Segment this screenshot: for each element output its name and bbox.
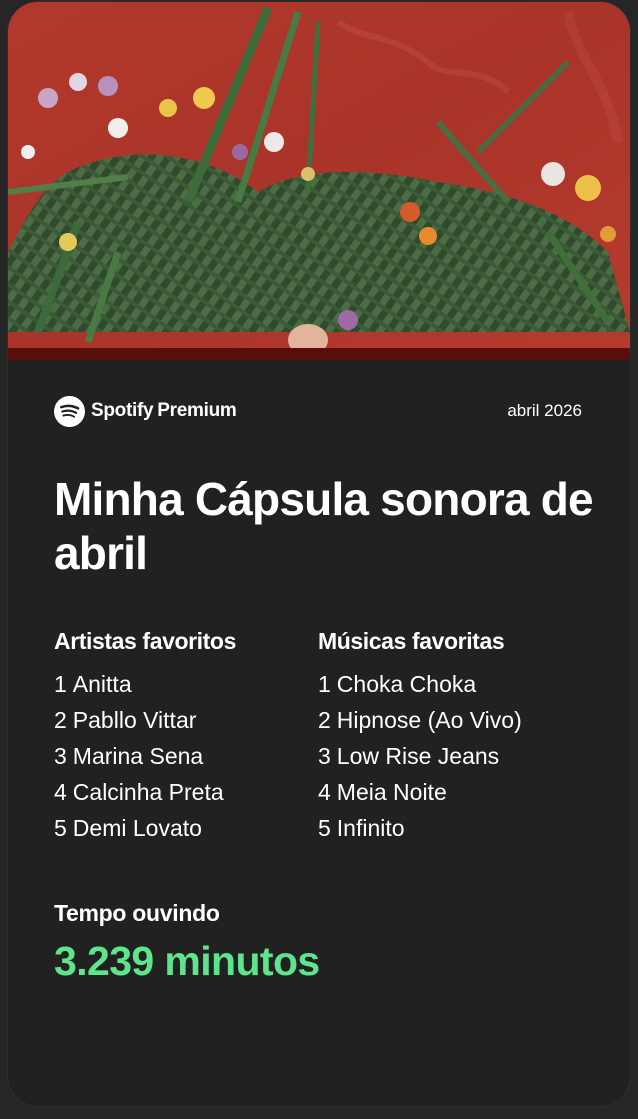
brand: Spotify Premium [54, 394, 237, 428]
favorite-artists-list: 1 Anitta 2 Pabllo Vittar 3 Marina Sena 4 Cal… [54, 666, 314, 846]
list-item: 1 Anitta [54, 666, 314, 702]
rank-number: 5 [54, 815, 67, 841]
rank-number: 2 [54, 707, 67, 733]
rank-number: 5 [318, 815, 331, 841]
list-item: 3 Low Rise Jeans [318, 738, 578, 774]
song-name: Meia Noite [336, 779, 447, 805]
list-item: 4 Meia Noite [318, 774, 578, 810]
song-name: Low Rise Jeans [336, 743, 500, 769]
rank-number: 4 [318, 779, 331, 805]
rank-number: 1 [318, 671, 331, 697]
list-item: 2 Pabllo Vittar [54, 702, 314, 738]
list-item: 3 Marina Sena [54, 738, 314, 774]
rank-number: 3 [318, 743, 331, 769]
rank-number: 4 [54, 779, 67, 805]
favorite-songs-heading: Músicas favoritas [318, 628, 505, 654]
cover-image [8, 2, 630, 360]
listening-time-value: 3.239 minutos [54, 938, 320, 984]
artist-name: Pabllo Vittar [72, 707, 197, 733]
artist-name: Calcinha Preta [72, 779, 224, 805]
spotify-logo-icon [54, 395, 85, 427]
sound-capsule-card: Spotify Premium abril 2026 Minha Cápsula… [8, 2, 630, 1106]
song-name: Infinito [336, 815, 405, 841]
rank-number: 2 [318, 707, 331, 733]
favorite-songs-list: 1 Choka Choka 2 Hipnose (Ao Vivo) 3 Low Ris… [318, 666, 578, 846]
song-name: Hipnose (Ao Vivo) [336, 707, 522, 733]
favorite-artists-section: Artistas favoritos 1 Anitta 2 Pabllo Vitta… [54, 626, 314, 846]
artist-name: Marina Sena [72, 743, 204, 769]
list-item: 5 Demi Lovato [54, 810, 314, 846]
page-title: Minha Cápsula sonora de abril [54, 473, 594, 579]
rank-number: 3 [54, 743, 67, 769]
card-header: Spotify Premium abril 2026 [54, 394, 582, 430]
list-item: 5 Infinito [318, 810, 578, 846]
listening-time-label: Tempo ouvindo [54, 900, 220, 926]
artist-name: Demi Lovato [72, 815, 202, 841]
favorite-artists-heading: Artistas favoritos [54, 628, 236, 654]
favorite-songs-section: Músicas favoritas 1 Choka Choka 2 Hipnose … [318, 626, 578, 846]
rank-number: 1 [54, 671, 67, 697]
list-item: 2 Hipnose (Ao Vivo) [318, 702, 578, 738]
page: Spotify Premium abril 2026 Minha Cápsula… [0, 0, 638, 1119]
brand-name: Spotify [91, 400, 154, 421]
date-label: abril 2026 [507, 401, 582, 420]
list-item: 4 Calcinha Preta [54, 774, 314, 810]
list-item: 1 Choka Choka [318, 666, 578, 702]
song-name: Choka Choka [336, 671, 477, 697]
brand-tier: Premium [157, 400, 237, 421]
artist-name: Anitta [72, 671, 132, 697]
